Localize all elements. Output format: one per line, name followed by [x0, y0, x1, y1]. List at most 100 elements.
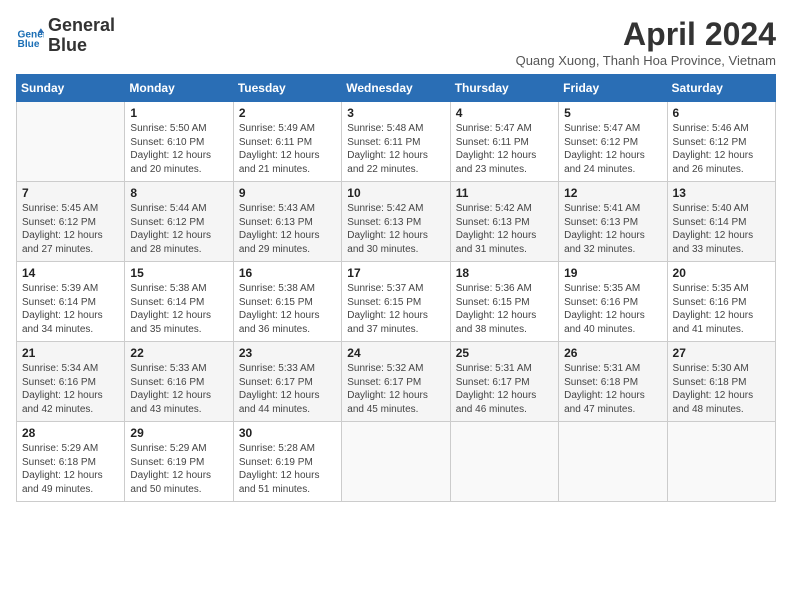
day-info: Sunrise: 5:44 AM Sunset: 6:12 PM Dayligh… — [130, 202, 227, 256]
calendar-week: 1 Sunrise: 5:50 AM Sunset: 6:10 PM Daylig… — [17, 102, 776, 182]
logo-text: General Blue — [48, 16, 115, 56]
day-number: 19 — [564, 266, 661, 280]
calendar-header: SundayMondayTuesdayWednesdayThursdayFrid… — [17, 75, 776, 102]
day-info: Sunrise: 5:34 AM Sunset: 6:16 PM Dayligh… — [22, 362, 119, 416]
calendar-cell: 5 Sunrise: 5:47 AM Sunset: 6:12 PM Daylig… — [559, 102, 667, 182]
calendar-cell: 14 Sunrise: 5:39 AM Sunset: 6:14 PM Dayli… — [17, 262, 125, 342]
day-info: Sunrise: 5:33 AM Sunset: 6:17 PM Dayligh… — [239, 362, 336, 416]
day-info: Sunrise: 5:39 AM Sunset: 6:14 PM Dayligh… — [22, 282, 119, 336]
weekday-header: Saturday — [667, 75, 775, 102]
calendar-cell: 9 Sunrise: 5:43 AM Sunset: 6:13 PM Daylig… — [233, 182, 341, 262]
calendar-cell: 7 Sunrise: 5:45 AM Sunset: 6:12 PM Daylig… — [17, 182, 125, 262]
calendar-body: 1 Sunrise: 5:50 AM Sunset: 6:10 PM Daylig… — [17, 102, 776, 502]
calendar-cell: 2 Sunrise: 5:49 AM Sunset: 6:11 PM Daylig… — [233, 102, 341, 182]
day-number: 13 — [673, 186, 770, 200]
day-number: 18 — [456, 266, 553, 280]
day-number: 15 — [130, 266, 227, 280]
day-number: 20 — [673, 266, 770, 280]
calendar-cell: 1 Sunrise: 5:50 AM Sunset: 6:10 PM Daylig… — [125, 102, 233, 182]
logo-line1: General — [48, 16, 115, 36]
day-info: Sunrise: 5:47 AM Sunset: 6:11 PM Dayligh… — [456, 122, 553, 176]
calendar-week: 14 Sunrise: 5:39 AM Sunset: 6:14 PM Dayli… — [17, 262, 776, 342]
title-block: April 2024 Quang Xuong, Thanh Hoa Provin… — [516, 16, 776, 68]
weekday-header: Monday — [125, 75, 233, 102]
calendar-cell: 20 Sunrise: 5:35 AM Sunset: 6:16 PM Dayli… — [667, 262, 775, 342]
day-info: Sunrise: 5:50 AM Sunset: 6:10 PM Dayligh… — [130, 122, 227, 176]
subtitle: Quang Xuong, Thanh Hoa Province, Vietnam — [516, 53, 776, 68]
logo-line2: Blue — [48, 36, 115, 56]
weekday-header: Friday — [559, 75, 667, 102]
day-number: 6 — [673, 106, 770, 120]
day-number: 24 — [347, 346, 444, 360]
day-number: 7 — [22, 186, 119, 200]
day-info: Sunrise: 5:33 AM Sunset: 6:16 PM Dayligh… — [130, 362, 227, 416]
calendar-cell — [342, 422, 450, 502]
calendar-cell: 15Sunrise: 5:38 AM Sunset: 6:14 PM Dayli… — [125, 262, 233, 342]
day-info: Sunrise: 5:40 AM Sunset: 6:14 PM Dayligh… — [673, 202, 770, 256]
weekday-header: Thursday — [450, 75, 558, 102]
day-info: Sunrise: 5:32 AM Sunset: 6:17 PM Dayligh… — [347, 362, 444, 416]
calendar-cell — [450, 422, 558, 502]
day-number: 23 — [239, 346, 336, 360]
day-info: Sunrise: 5:35 AM Sunset: 6:16 PM Dayligh… — [564, 282, 661, 336]
day-info: Sunrise: 5:43 AM Sunset: 6:13 PM Dayligh… — [239, 202, 336, 256]
day-info: Sunrise: 5:46 AM Sunset: 6:12 PM Dayligh… — [673, 122, 770, 176]
calendar-cell: 3Sunrise: 5:48 AM Sunset: 6:11 PM Daylig… — [342, 102, 450, 182]
calendar-cell: 8 Sunrise: 5:44 AM Sunset: 6:12 PM Daylig… — [125, 182, 233, 262]
calendar-cell: 17Sunrise: 5:37 AM Sunset: 6:15 PM Dayli… — [342, 262, 450, 342]
day-info: Sunrise: 5:35 AM Sunset: 6:16 PM Dayligh… — [673, 282, 770, 336]
day-info: Sunrise: 5:42 AM Sunset: 6:13 PM Dayligh… — [456, 202, 553, 256]
day-info: Sunrise: 5:37 AM Sunset: 6:15 PM Dayligh… — [347, 282, 444, 336]
calendar-week: 28Sunrise: 5:29 AM Sunset: 6:18 PM Dayli… — [17, 422, 776, 502]
day-number: 1 — [130, 106, 227, 120]
day-number: 27 — [673, 346, 770, 360]
day-info: Sunrise: 5:45 AM Sunset: 6:12 PM Dayligh… — [22, 202, 119, 256]
day-number: 10 — [347, 186, 444, 200]
day-number: 9 — [239, 186, 336, 200]
day-number: 8 — [130, 186, 227, 200]
calendar-cell: 29Sunrise: 5:29 AM Sunset: 6:19 PM Dayli… — [125, 422, 233, 502]
calendar-cell: 28Sunrise: 5:29 AM Sunset: 6:18 PM Dayli… — [17, 422, 125, 502]
day-number: 12 — [564, 186, 661, 200]
day-number: 30 — [239, 426, 336, 440]
page-header: General Blue General Blue April 2024 Qua… — [16, 16, 776, 68]
day-number: 2 — [239, 106, 336, 120]
logo-icon: General Blue — [16, 22, 44, 50]
day-info: Sunrise: 5:36 AM Sunset: 6:15 PM Dayligh… — [456, 282, 553, 336]
logo: General Blue General Blue — [16, 16, 115, 56]
day-info: Sunrise: 5:48 AM Sunset: 6:11 PM Dayligh… — [347, 122, 444, 176]
calendar-table: SundayMondayTuesdayWednesdayThursdayFrid… — [16, 74, 776, 502]
day-info: Sunrise: 5:49 AM Sunset: 6:11 PM Dayligh… — [239, 122, 336, 176]
calendar-cell: 22 Sunrise: 5:33 AM Sunset: 6:16 PM Dayli… — [125, 342, 233, 422]
calendar-cell: 25Sunrise: 5:31 AM Sunset: 6:17 PM Dayli… — [450, 342, 558, 422]
day-info: Sunrise: 5:31 AM Sunset: 6:17 PM Dayligh… — [456, 362, 553, 416]
calendar-cell: 12 Sunrise: 5:41 AM Sunset: 6:13 PM Dayli… — [559, 182, 667, 262]
day-number: 26 — [564, 346, 661, 360]
calendar-cell: 23 Sunrise: 5:33 AM Sunset: 6:17 PM Dayli… — [233, 342, 341, 422]
weekday-header: Tuesday — [233, 75, 341, 102]
day-info: Sunrise: 5:28 AM Sunset: 6:19 PM Dayligh… — [239, 442, 336, 496]
day-info: Sunrise: 5:38 AM Sunset: 6:15 PM Dayligh… — [239, 282, 336, 336]
calendar-cell: 18 Sunrise: 5:36 AM Sunset: 6:15 PM Dayli… — [450, 262, 558, 342]
calendar-cell: 30 Sunrise: 5:28 AM Sunset: 6:19 PM Dayli… — [233, 422, 341, 502]
day-number: 14 — [22, 266, 119, 280]
calendar-week: 21Sunrise: 5:34 AM Sunset: 6:16 PM Dayli… — [17, 342, 776, 422]
day-number: 5 — [564, 106, 661, 120]
main-title: April 2024 — [516, 16, 776, 53]
day-info: Sunrise: 5:31 AM Sunset: 6:18 PM Dayligh… — [564, 362, 661, 416]
weekday-header: Sunday — [17, 75, 125, 102]
calendar-cell: 26 Sunrise: 5:31 AM Sunset: 6:18 PM Dayli… — [559, 342, 667, 422]
weekday-header: Wednesday — [342, 75, 450, 102]
day-number: 22 — [130, 346, 227, 360]
calendar-cell: 19 Sunrise: 5:35 AM Sunset: 6:16 PM Dayli… — [559, 262, 667, 342]
day-info: Sunrise: 5:29 AM Sunset: 6:19 PM Dayligh… — [130, 442, 227, 496]
day-info: Sunrise: 5:47 AM Sunset: 6:12 PM Dayligh… — [564, 122, 661, 176]
calendar-cell: 27 Sunrise: 5:30 AM Sunset: 6:18 PM Dayli… — [667, 342, 775, 422]
calendar-cell: 10Sunrise: 5:42 AM Sunset: 6:13 PM Dayli… — [342, 182, 450, 262]
calendar-cell: 16Sunrise: 5:38 AM Sunset: 6:15 PM Dayli… — [233, 262, 341, 342]
day-info: Sunrise: 5:41 AM Sunset: 6:13 PM Dayligh… — [564, 202, 661, 256]
day-info: Sunrise: 5:30 AM Sunset: 6:18 PM Dayligh… — [673, 362, 770, 416]
calendar-cell: 4Sunrise: 5:47 AM Sunset: 6:11 PM Daylig… — [450, 102, 558, 182]
calendar-week: 7 Sunrise: 5:45 AM Sunset: 6:12 PM Daylig… — [17, 182, 776, 262]
calendar-cell — [667, 422, 775, 502]
